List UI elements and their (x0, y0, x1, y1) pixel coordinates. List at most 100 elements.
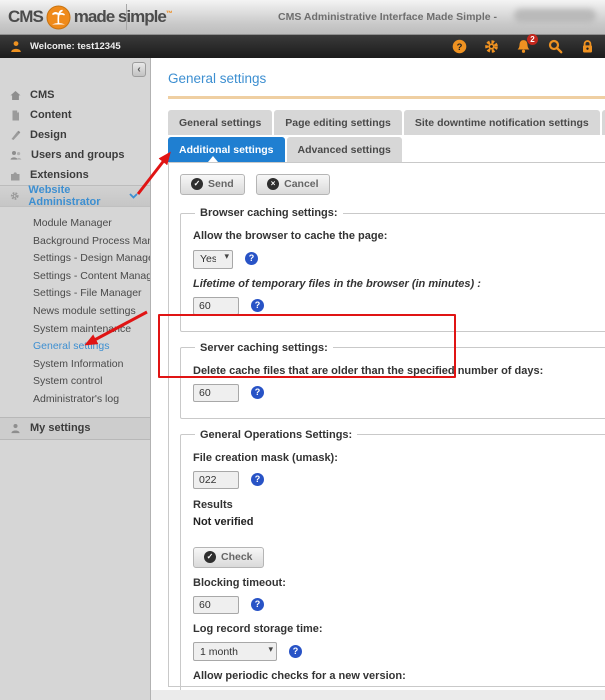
tab-page-editing-settings[interactable]: Page editing settings (274, 110, 402, 135)
sidebar-item-label: CMS (30, 89, 54, 101)
layout: ‹ CMS Content Design Users and groups (0, 58, 605, 700)
help-icon[interactable]: ? (245, 252, 258, 265)
tab-row-1: General settings Page editing settings S… (168, 110, 605, 135)
allow-browser-cache-label: Allow the browser to cache the page: (193, 230, 605, 242)
server-caching-legend: Server caching settings: (195, 342, 333, 354)
blocking-timeout-label: Blocking timeout: (193, 577, 605, 589)
notification-count-badge: 2 (527, 34, 538, 45)
help-icon[interactable]: ? (289, 645, 302, 658)
notifications-bell-icon[interactable]: 2 (516, 39, 531, 54)
check-circle-icon: ✓ (204, 551, 216, 563)
help-icon[interactable]: ? (251, 386, 264, 399)
cms-made-simple-logo: CMS made simple™ (8, 5, 172, 30)
check-button[interactable]: ✓Check (193, 547, 264, 568)
search-icon[interactable] (548, 39, 563, 54)
settings-tabs: General settings Page editing settings S… (168, 110, 605, 162)
submenu-item-settings-design-manager[interactable]: Settings - Design Manager (0, 250, 150, 268)
check-row: ✓Check (193, 546, 605, 568)
palm-tree-logo-icon (46, 5, 71, 30)
document-icon (10, 110, 21, 121)
submenu-item-settings-file-manager[interactable]: Settings - File Manager (0, 285, 150, 303)
submenu-item-general-settings[interactable]: General settings (0, 338, 150, 356)
log-record-storage-time-select[interactable]: 1 month (193, 642, 277, 661)
page: CMS made simple™ CMS Administrative Inte… (0, 0, 605, 700)
sidebar-item-my-settings[interactable]: My settings (0, 417, 150, 440)
design-icon (10, 130, 21, 141)
trademark-symbol: ™ (166, 10, 172, 17)
general-operations-legend: General Operations Settings: (195, 429, 357, 441)
sidebar-item-label: Users and groups (31, 149, 125, 161)
sidebar-item-website-administrator[interactable]: Website Administrator (0, 185, 150, 207)
help-icon[interactable]: ? (251, 473, 264, 486)
chevron-down-icon (129, 193, 138, 199)
top-header: CMS made simple™ CMS Administrative Inte… (0, 0, 605, 35)
sidebar-item-users-and-groups[interactable]: Users and groups (0, 145, 150, 165)
send-button[interactable]: ✓Send (180, 174, 245, 195)
logo-text-cms: CMS (8, 7, 43, 27)
submenu-item-news-module-settings[interactable]: News module settings (0, 303, 150, 321)
sidebar-item-label: Website Administrator (28, 184, 120, 208)
server-caching-fieldset: Server caching settings: Delete cache fi… (180, 342, 605, 419)
blocking-timeout-input[interactable] (193, 596, 239, 614)
file-creation-mask-label: File creation mask (umask): (193, 452, 605, 464)
cancel-button[interactable]: ×Cancel (256, 174, 329, 195)
tab-additional-settings[interactable]: Additional settings (168, 137, 285, 162)
sidebar: ‹ CMS Content Design Users and groups (0, 58, 151, 700)
submenu-item-background-process-manager[interactable]: Background Process Manager (0, 233, 150, 251)
redacted-site-name (514, 9, 596, 23)
title-rule (168, 96, 605, 99)
general-operations-fieldset: General Operations Settings: File creati… (180, 429, 605, 700)
submenu-item-system-maintenance[interactable]: System maintenance (0, 321, 150, 339)
browser-caching-fieldset: Browser caching settings: Allow the brow… (180, 207, 605, 332)
sidebar-item-extensions[interactable]: Extensions (0, 165, 150, 185)
gear-icon (10, 190, 19, 202)
submenu-item-administrators-log[interactable]: Administrator's log (0, 391, 150, 409)
tab-panel: ✓Send ×Cancel Browser caching settings: … (168, 162, 605, 687)
lifetime-temporary-files-input[interactable] (193, 297, 239, 315)
logo-text-made-simple: made simple™ (74, 7, 172, 27)
x-circle-icon: × (267, 178, 279, 190)
help-icon[interactable]: ? (452, 39, 467, 54)
puzzle-icon (10, 170, 21, 181)
website-administrator-submenu: Module Manager Background Process Manage… (0, 207, 150, 413)
sidebar-item-label: My settings (30, 422, 91, 434)
sidebar-item-label: Content (30, 109, 72, 121)
delete-cache-files-input[interactable] (193, 384, 239, 402)
delete-cache-files-label: Delete cache files that are older than t… (193, 365, 605, 377)
results-value: Not verified (193, 516, 605, 528)
periodic-checks-label: Allow periodic checks for a new version: (193, 670, 605, 682)
allow-browser-cache-select[interactable]: Yes (193, 250, 233, 269)
user-bar: Welcome: test12345 ? 2 (0, 35, 605, 58)
users-icon (10, 150, 22, 161)
sidebar-item-label: Design (30, 129, 67, 141)
tab-advanced-settings[interactable]: Advanced settings (287, 137, 402, 162)
svg-text:?: ? (457, 42, 463, 53)
sidebar-collapse-button[interactable]: ‹ (132, 62, 146, 77)
lock-icon[interactable] (580, 39, 595, 54)
gear-icon[interactable] (484, 39, 499, 54)
help-icon[interactable]: ? (251, 598, 264, 611)
tab-general-settings[interactable]: General settings (168, 110, 272, 135)
submenu-item-system-information[interactable]: System Information (0, 356, 150, 374)
sidebar-item-label: Extensions (30, 169, 89, 181)
lifetime-temporary-files-label: Lifetime of temporary files in the brows… (193, 278, 605, 290)
help-icon[interactable]: ? (251, 299, 264, 312)
browser-caching-legend: Browser caching settings: (195, 207, 343, 219)
admin-interface-title: CMS Administrative Interface Made Simple… (278, 11, 497, 23)
home-icon (10, 90, 21, 101)
sidebar-item-cms[interactable]: CMS (0, 85, 150, 105)
submenu-item-module-manager[interactable]: Module Manager (0, 215, 150, 233)
submenu-item-settings-content-manager[interactable]: Settings - Content Manager (0, 268, 150, 286)
submenu-item-system-control[interactable]: System control (0, 373, 150, 391)
file-creation-mask-input[interactable] (193, 471, 239, 489)
tab-row-2: Additional settings Advanced settings (168, 137, 605, 162)
sidebar-nav: CMS Content Design Users and groups Exte… (0, 58, 150, 440)
user-bar-icons: ? 2 (452, 39, 595, 54)
sidebar-item-design[interactable]: Design (0, 125, 150, 145)
sidebar-item-content[interactable]: Content (0, 105, 150, 125)
check-circle-icon: ✓ (191, 178, 203, 190)
tab-site-downtime-notification-settings[interactable]: Site downtime notification settings (404, 110, 600, 135)
user-icon (10, 40, 22, 53)
results-label: Results (193, 499, 605, 511)
person-icon (10, 423, 21, 434)
